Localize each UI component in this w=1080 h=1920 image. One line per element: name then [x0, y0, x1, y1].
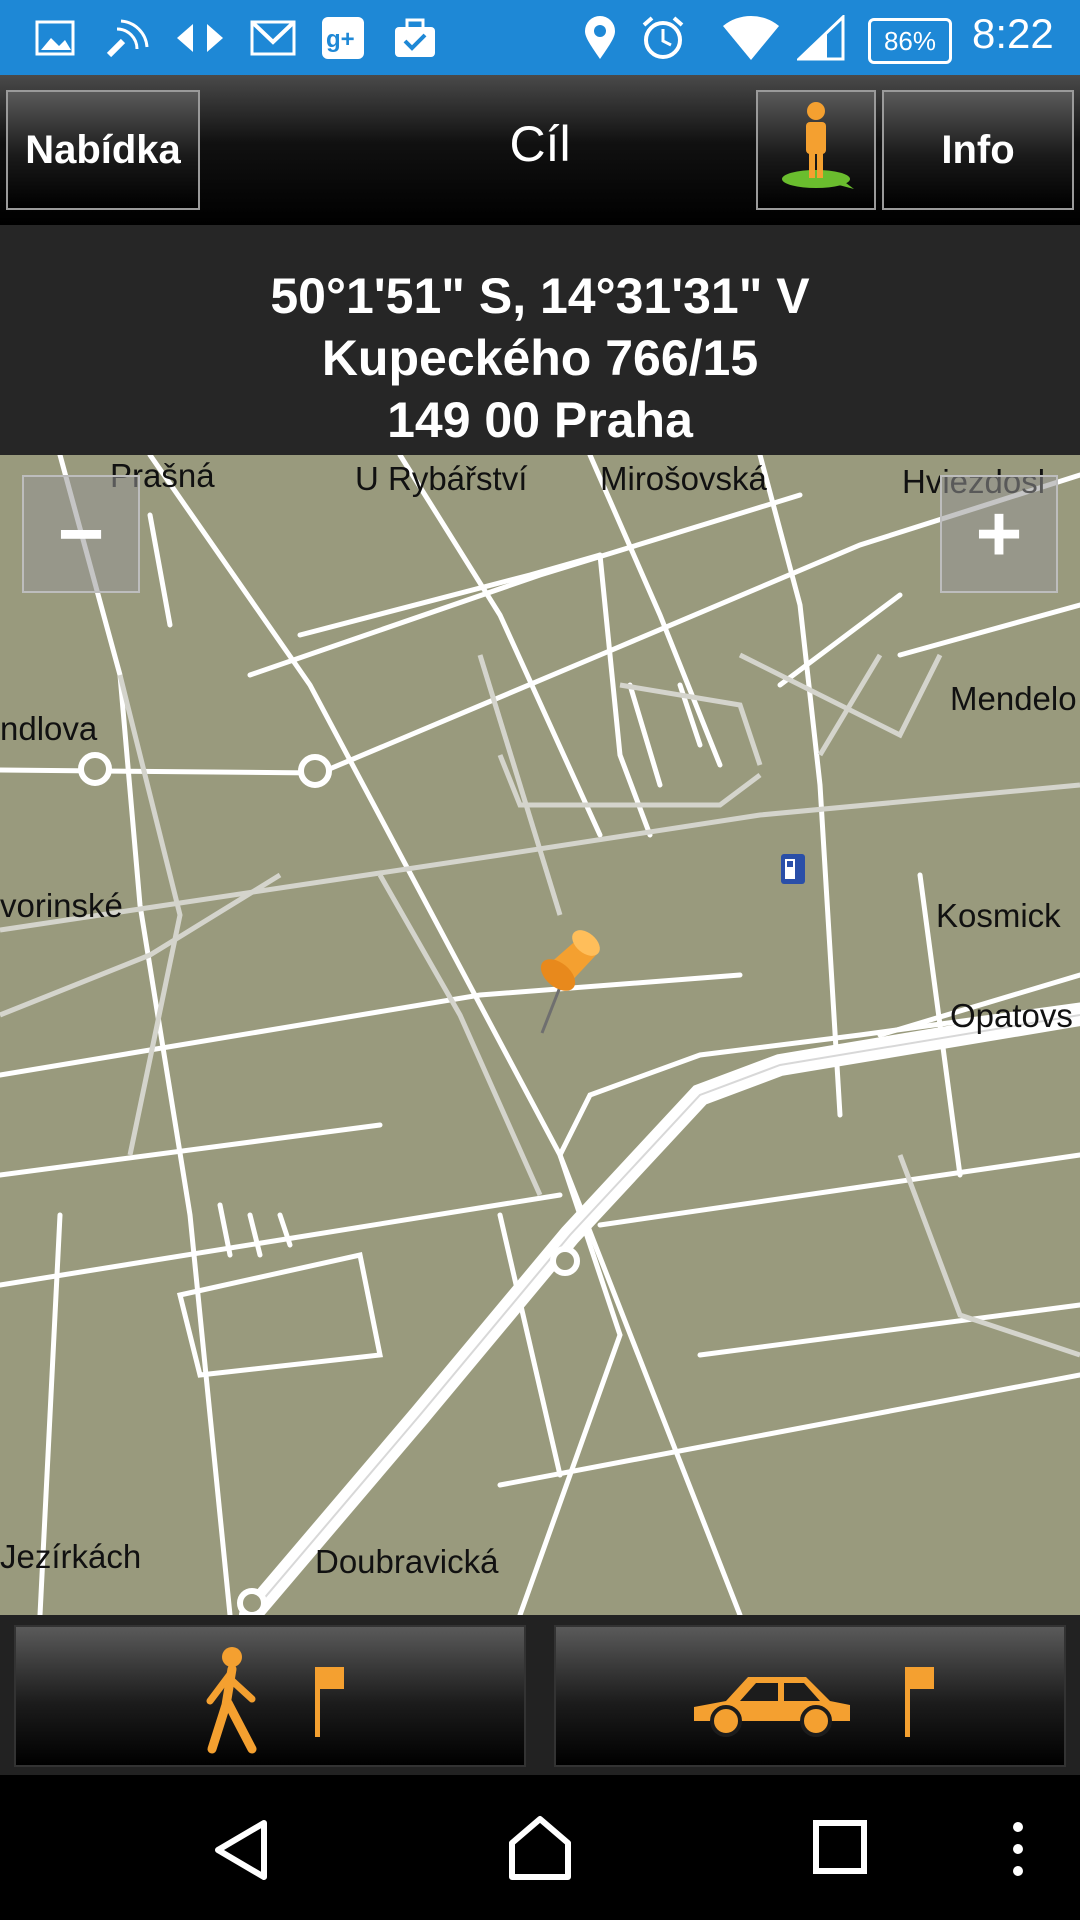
system-nav-bar	[0, 1775, 1080, 1920]
info-button[interactable]: Info	[882, 90, 1074, 210]
satellite-icon	[100, 10, 155, 66]
flag-icon	[311, 1663, 351, 1748]
signal-icon	[796, 10, 846, 66]
route-mode-bar	[0, 1615, 1080, 1775]
recents-icon[interactable]	[812, 1819, 868, 1880]
overflow-menu-icon[interactable]	[1010, 1819, 1026, 1884]
pedestrian-icon	[196, 1645, 266, 1760]
briefcase-icon	[390, 10, 440, 66]
street-label: Mendelo	[950, 680, 1077, 717]
gmail-icon	[245, 10, 300, 66]
car-icon	[686, 1667, 856, 1742]
street-label: Opatovs	[950, 997, 1073, 1034]
street-label: ndlova	[0, 710, 98, 747]
street-label: U Rybářství	[355, 460, 528, 497]
street-label: vorinské	[0, 887, 123, 924]
battery-icon: 86%	[868, 18, 952, 64]
location-icon	[580, 10, 620, 66]
page-title: Cíl	[509, 116, 571, 172]
home-icon[interactable]	[506, 1815, 574, 1886]
address-city: 149 00 Praha	[387, 392, 693, 448]
gas-station-icon	[780, 853, 806, 890]
google-plus-icon: g+	[318, 10, 368, 66]
status-bar: g+ 86% 8:22	[0, 0, 1080, 75]
wifi-icon	[720, 10, 782, 66]
header: Nabídka Cíl Info	[0, 75, 1080, 225]
pegman-icon	[776, 95, 856, 205]
street-view-button[interactable]	[756, 90, 876, 210]
svg-text:g+: g+	[326, 26, 355, 53]
street-label: Jezírkách	[0, 1538, 142, 1575]
data-transfer-icon	[172, 10, 227, 66]
alarm-icon	[638, 10, 688, 66]
car-route-button[interactable]	[554, 1625, 1066, 1767]
zoom-out-button[interactable]: −	[22, 475, 140, 593]
destination-info: 50°1'51" S, 14°31'31" V Kupeckého 766/15…	[0, 225, 1080, 455]
street-label: Doubravická	[315, 1543, 499, 1580]
coordinates: 50°1'51" S, 14°31'31" V	[270, 268, 810, 324]
gallery-icon	[30, 10, 80, 66]
street-label: Mirošovská	[600, 460, 767, 497]
menu-button[interactable]: Nabídka	[6, 90, 200, 210]
flag-icon	[901, 1663, 941, 1748]
address-street: Kupeckého 766/15	[321, 330, 759, 386]
street-label: Kosmick	[936, 897, 1061, 934]
destination-pin-icon	[530, 925, 610, 1040]
zoom-in-button[interactable]: +	[940, 475, 1058, 593]
map-view[interactable]: Prašná U Rybářství Mirošovská Hviezdosl …	[0, 455, 1080, 1615]
back-icon[interactable]	[212, 1819, 272, 1886]
status-time: 8:22	[972, 10, 1054, 57]
walk-route-button[interactable]	[14, 1625, 526, 1767]
